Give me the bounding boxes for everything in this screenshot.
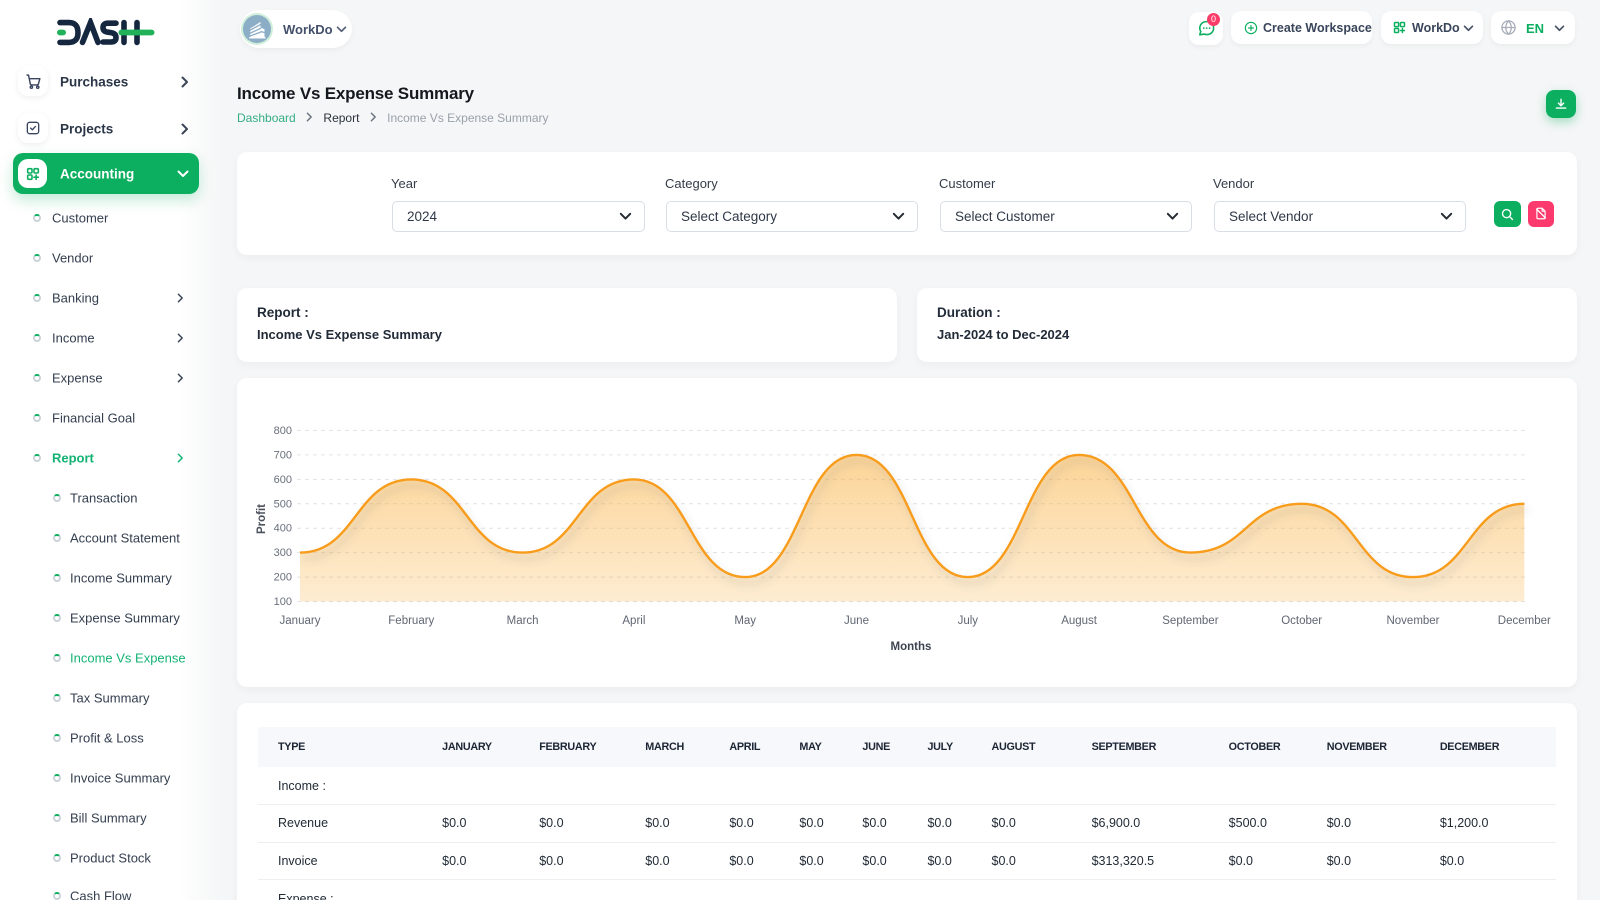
svg-text:October: October	[1281, 615, 1322, 627]
svg-text:Profit: Profit	[256, 504, 268, 534]
svg-text:April: April	[622, 615, 645, 627]
svg-text:600: 600	[274, 474, 292, 486]
svg-text:January: January	[280, 615, 321, 627]
svg-text:100: 100	[274, 596, 292, 608]
svg-text:December: December	[1498, 615, 1551, 627]
svg-text:500: 500	[274, 498, 292, 510]
svg-text:700: 700	[274, 449, 292, 461]
svg-text:November: November	[1386, 615, 1439, 627]
svg-text:400: 400	[274, 523, 292, 535]
svg-text:July: July	[958, 615, 979, 627]
svg-text:May: May	[734, 615, 756, 627]
svg-text:Months: Months	[891, 641, 932, 653]
svg-text:March: March	[507, 615, 539, 627]
svg-text:September: September	[1162, 615, 1218, 627]
svg-text:August: August	[1061, 615, 1098, 627]
svg-text:200: 200	[274, 572, 292, 584]
svg-text:800: 800	[274, 425, 292, 437]
svg-text:June: June	[844, 615, 869, 627]
svg-text:300: 300	[274, 547, 292, 559]
svg-text:February: February	[388, 615, 434, 627]
